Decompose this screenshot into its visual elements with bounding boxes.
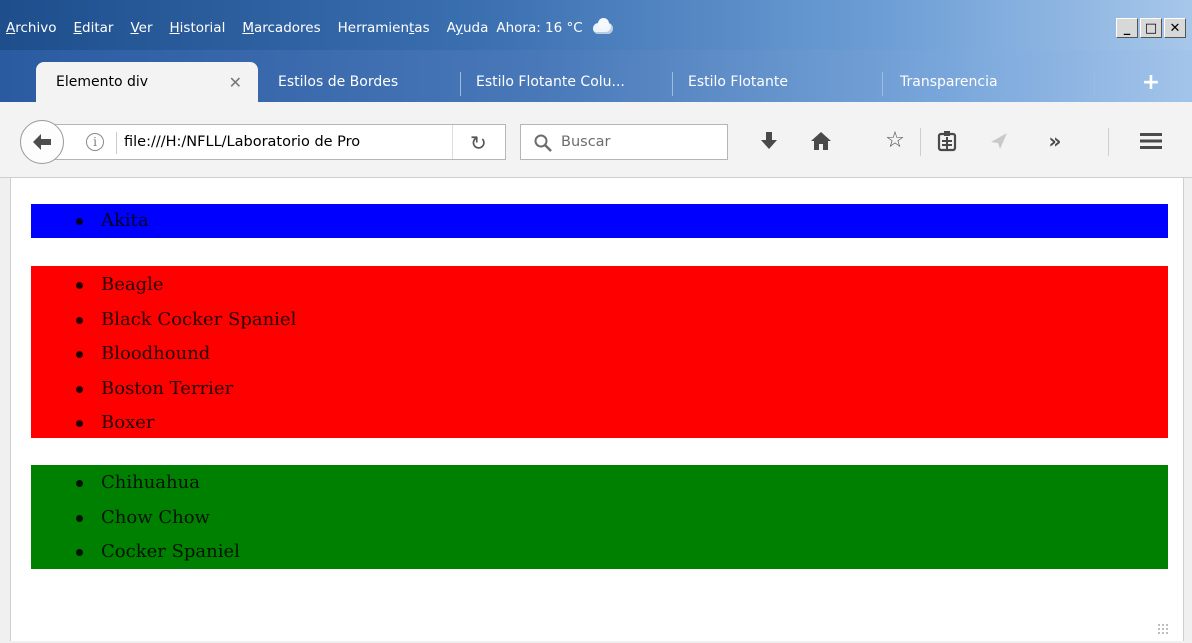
tab-label: Estilo Flotante bbox=[688, 74, 788, 90]
home-icon[interactable] bbox=[806, 126, 836, 156]
dog-list: Chihuahua Chow Chow Cocker Spaniel bbox=[31, 465, 1168, 570]
toolbar-separator bbox=[920, 128, 921, 156]
overflow-chevron-icon[interactable]: » bbox=[1040, 126, 1070, 156]
tab-estilo-flotante-columnas[interactable]: Estilo Flotante Colu... bbox=[476, 62, 625, 102]
tab-elemento-div[interactable]: Elemento div ✕ bbox=[36, 62, 258, 102]
div-block-green: Chihuahua Chow Chow Cocker Spaniel bbox=[31, 465, 1168, 569]
search-icon bbox=[534, 134, 552, 152]
tab-estilo-flotante[interactable]: Estilo Flotante bbox=[688, 62, 788, 102]
tab-separator bbox=[460, 72, 461, 96]
list-item: Boston Terrier bbox=[76, 372, 1168, 407]
reload-icon[interactable]: ↻ bbox=[470, 131, 487, 155]
list-item: Chow Chow bbox=[76, 501, 1168, 536]
list-item: Beagle bbox=[76, 268, 1168, 303]
menu-ayuda[interactable]: Ayuda bbox=[447, 20, 489, 36]
close-button[interactable]: ✕ bbox=[1164, 18, 1186, 38]
menu-editar[interactable]: Editar bbox=[73, 20, 113, 36]
back-button[interactable] bbox=[20, 120, 64, 164]
minimize-button[interactable]: _ bbox=[1116, 18, 1138, 38]
download-icon[interactable] bbox=[754, 126, 784, 156]
tab-label: Transparencia bbox=[900, 74, 998, 90]
info-icon[interactable]: i bbox=[86, 133, 104, 151]
menu-bar: Archivo Editar Ver Historial Marcadores … bbox=[0, 0, 1192, 50]
url-separator bbox=[116, 132, 117, 154]
page-viewport: Akita Beagle Black Cocker Spaniel Bloodh… bbox=[10, 178, 1184, 641]
url-divider bbox=[452, 125, 453, 159]
toolbar-separator bbox=[1108, 128, 1109, 156]
list-item: Akita bbox=[76, 204, 1168, 238]
menu-archivo[interactable]: Archivo bbox=[6, 20, 56, 36]
weather-widget[interactable]: Ahora: 16 °C bbox=[496, 18, 615, 36]
search-box[interactable]: Buscar bbox=[520, 124, 728, 160]
url-text[interactable]: file:///H:/NFLL/Laboratorio de Pro bbox=[124, 134, 360, 150]
weather-text: Ahora: 16 °C bbox=[496, 20, 583, 36]
menu-herramientas[interactable]: Herramientas bbox=[338, 20, 430, 36]
reading-list-icon[interactable] bbox=[932, 126, 962, 156]
list-item: Bloodhound bbox=[76, 337, 1168, 372]
tab-label: Elemento div bbox=[56, 74, 149, 90]
back-arrow-icon bbox=[33, 134, 51, 150]
tab-label: Estilo Flotante Colu... bbox=[476, 74, 625, 90]
tab-transparencia[interactable]: Transparencia bbox=[900, 62, 998, 102]
tab-separator bbox=[882, 72, 883, 96]
list-item: Black Cocker Spaniel bbox=[76, 303, 1168, 338]
tab-separator bbox=[672, 72, 673, 96]
menu-items: Archivo Editar Ver Historial Marcadores … bbox=[6, 18, 615, 36]
menu-historial[interactable]: Historial bbox=[170, 20, 226, 36]
window-controls: _ □ ✕ bbox=[1114, 18, 1186, 38]
nav-toolbar: i file:///H:/NFLL/Laboratorio de Pro ↻ B… bbox=[0, 102, 1192, 178]
hamburger-menu-icon[interactable] bbox=[1136, 126, 1166, 156]
maximize-button[interactable]: □ bbox=[1140, 18, 1162, 38]
tab-close-icon[interactable]: ✕ bbox=[229, 73, 242, 92]
tab-strip: Elemento div ✕ Estilos de Bordes Estilo … bbox=[0, 50, 1192, 102]
dog-list: Beagle Black Cocker Spaniel Bloodhound B… bbox=[31, 266, 1168, 441]
bookmark-star-icon[interactable]: ☆ bbox=[880, 126, 910, 156]
div-block-blue: Akita bbox=[31, 204, 1168, 238]
resize-grip-icon[interactable] bbox=[1157, 623, 1169, 635]
menu-marcadores[interactable]: Marcadores bbox=[242, 20, 320, 36]
list-item: Chihuahua bbox=[76, 466, 1168, 501]
search-placeholder: Buscar bbox=[561, 134, 611, 150]
cloud-icon bbox=[589, 18, 615, 35]
div-block-red: Beagle Black Cocker Spaniel Bloodhound B… bbox=[31, 266, 1168, 438]
pocket-icon[interactable] bbox=[984, 126, 1014, 156]
menu-ver[interactable]: Ver bbox=[130, 20, 152, 36]
list-item: Cocker Spaniel bbox=[76, 535, 1168, 570]
tab-estilos-de-bordes[interactable]: Estilos de Bordes bbox=[278, 62, 398, 102]
dog-list: Akita bbox=[31, 204, 1168, 238]
tab-separator bbox=[1094, 72, 1095, 96]
url-bar[interactable]: i file:///H:/NFLL/Laboratorio de Pro ↻ bbox=[52, 124, 506, 160]
tab-label: Estilos de Bordes bbox=[278, 74, 399, 90]
new-tab-button[interactable]: + bbox=[1110, 62, 1192, 102]
list-item: Boxer bbox=[76, 406, 1168, 441]
